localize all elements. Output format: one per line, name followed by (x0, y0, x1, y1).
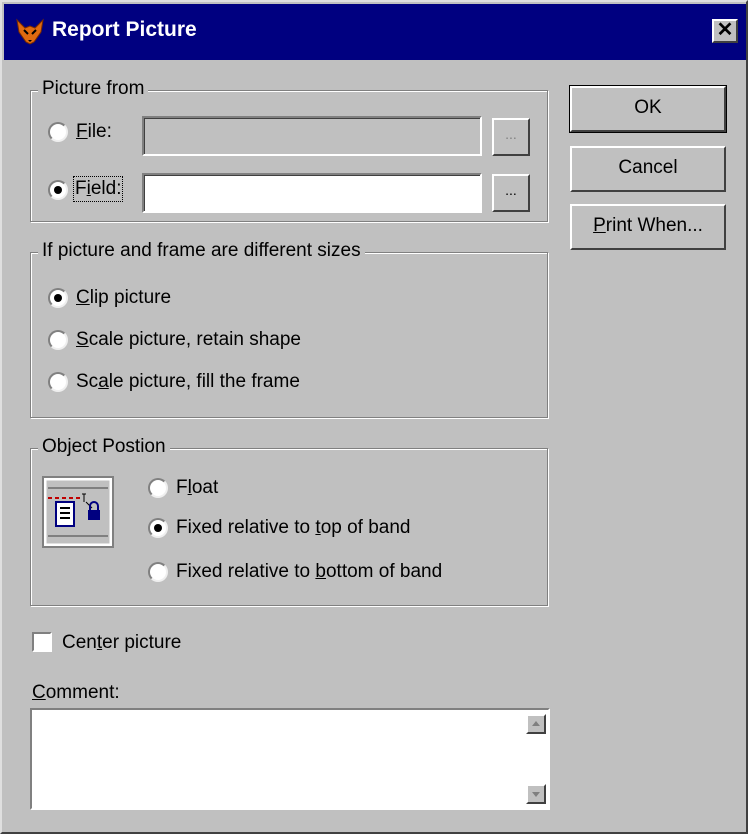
scale-retain-label[interactable]: Scale picture, retain shape (76, 329, 301, 351)
arrow-down-icon (532, 792, 540, 797)
close-button[interactable]: ✕ (712, 19, 738, 43)
field-expression-input[interactable] (142, 173, 482, 213)
sizing-legend: If picture and frame are different sizes (38, 240, 365, 262)
clip-picture-label[interactable]: Clip picture (76, 287, 171, 309)
center-picture-checkbox[interactable] (32, 632, 52, 652)
arrow-up-icon (532, 721, 540, 726)
center-picture-label[interactable]: Center picture (62, 632, 181, 654)
file-path-input[interactable] (142, 116, 482, 156)
window-title: Report Picture (52, 18, 197, 41)
close-icon: ✕ (716, 19, 734, 41)
fixed-top-radio[interactable] (148, 518, 168, 538)
file-path-value[interactable] (144, 118, 480, 154)
float-label[interactable]: Float (176, 477, 218, 499)
object-position-legend: Object Postion (38, 436, 170, 458)
cancel-button[interactable]: Cancel (570, 146, 726, 192)
comment-label: Comment: (32, 682, 120, 703)
comment-scroll-up-button[interactable] (526, 714, 546, 734)
scale-fill-label[interactable]: Scale picture, fill the frame (76, 371, 300, 393)
field-radio[interactable] (48, 180, 68, 200)
float-radio[interactable] (148, 478, 168, 498)
scale-fill-radio[interactable] (48, 372, 68, 392)
comment-textarea[interactable] (30, 708, 550, 810)
print-when-button[interactable]: Print When... (570, 204, 726, 250)
comment-scroll-down-button[interactable] (526, 784, 546, 804)
report-picture-dialog: Report Picture ✕ Picture from File: ... … (0, 0, 748, 834)
file-radio[interactable] (48, 122, 68, 142)
ok-button[interactable]: OK (569, 85, 727, 133)
field-browse-button[interactable]: ... (492, 174, 530, 212)
field-expression-value[interactable] (144, 175, 480, 211)
file-radio-label[interactable]: File: (76, 121, 112, 143)
picture-from-legend: Picture from (38, 78, 149, 100)
fixed-bottom-radio[interactable] (148, 562, 168, 582)
clip-picture-radio[interactable] (48, 288, 68, 308)
fixed-top-label[interactable]: Fixed relative to top of band (176, 517, 411, 539)
fox-app-icon (16, 18, 44, 45)
file-browse-button[interactable]: ... (492, 118, 530, 156)
fixed-bottom-label[interactable]: Fixed relative to bottom of band (176, 561, 442, 583)
field-radio-label[interactable]: Field: (72, 176, 124, 202)
title-bar: Report Picture ✕ (4, 4, 746, 60)
scale-retain-radio[interactable] (48, 330, 68, 350)
object-position-icon (42, 476, 114, 548)
